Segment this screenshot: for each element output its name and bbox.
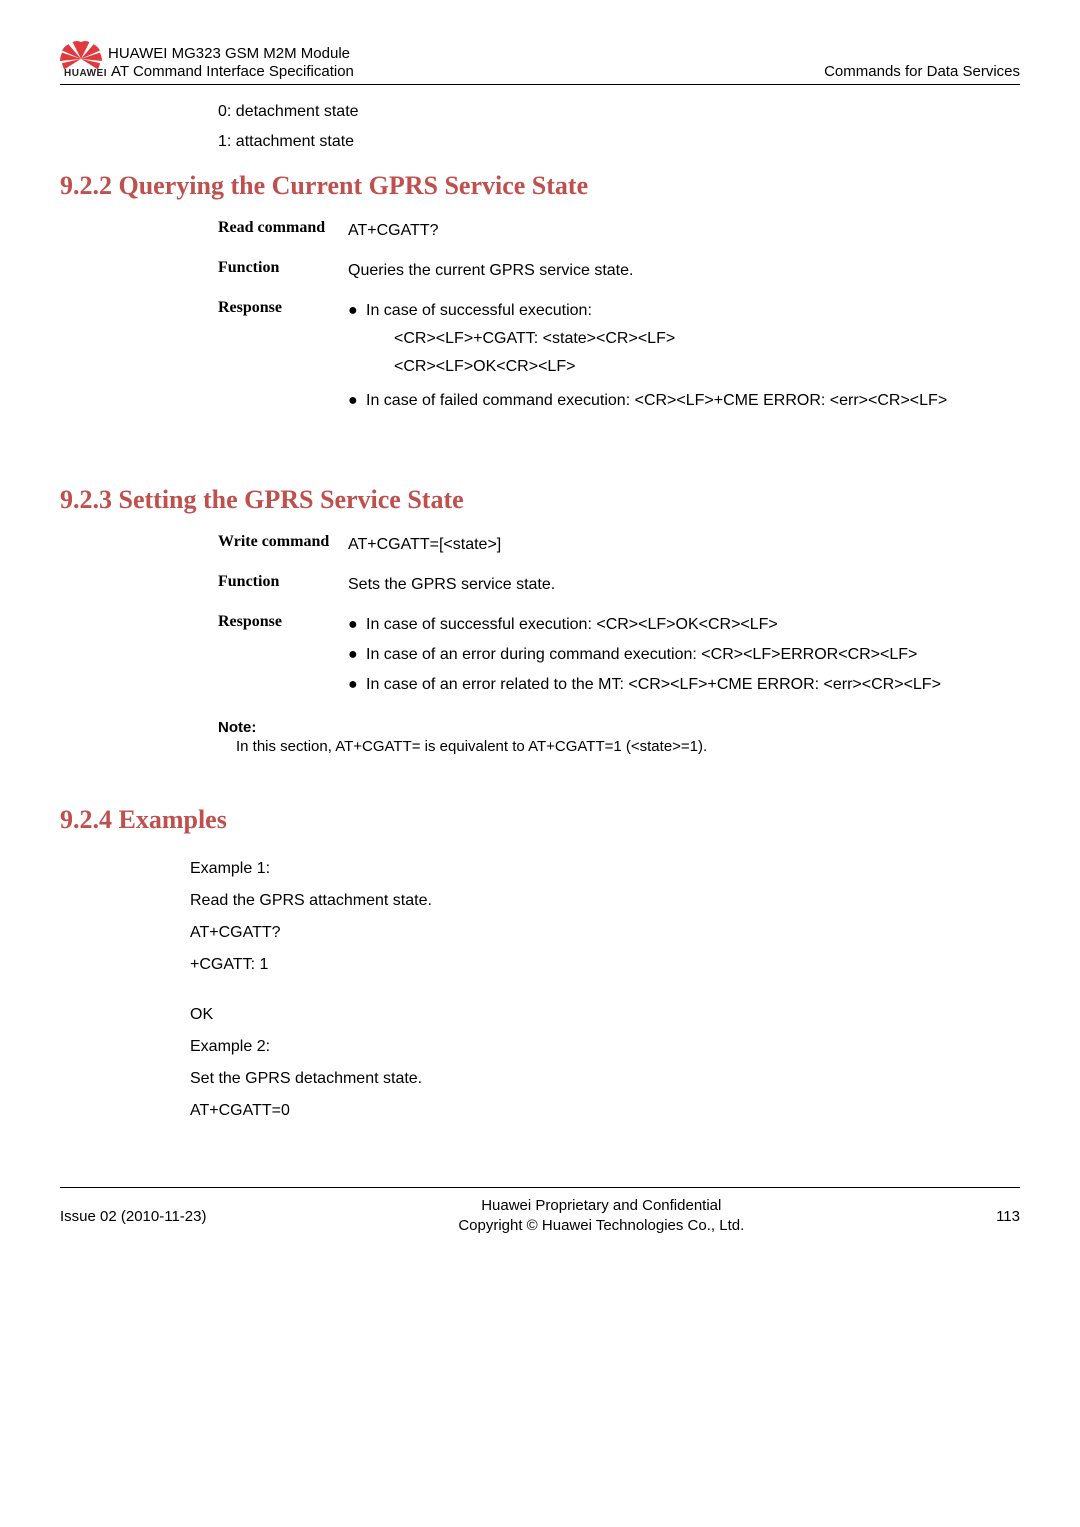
response-bullet-2: ● In case of an error during command exe…: [348, 643, 1020, 667]
section-922-table: Read command AT+CGATT? Function Queries …: [218, 219, 1020, 419]
bullet-icon: ●: [348, 389, 366, 413]
response-b3-text: In case of an error related to the MT: <…: [366, 673, 1020, 697]
response-bullet-2: ● In case of failed command execution: <…: [348, 389, 1020, 413]
bullet-icon: ●: [348, 673, 366, 697]
write-command-value: AT+CGATT=[<state>]: [348, 533, 1020, 557]
example-1-label: Example 1:: [190, 853, 1020, 885]
note-text: In this section, AT+CGATT= is equivalent…: [236, 738, 1020, 755]
example-2-line1: Set the GPRS detachment state.: [190, 1063, 1020, 1095]
page-header: HUAWEI MG323 GSM M2M Module HUAWEI AT Co…: [60, 40, 1020, 85]
section-924-title: 9.2.4 Examples: [60, 805, 1020, 835]
footer-center-line2: Copyright © Huawei Technologies Co., Ltd…: [206, 1216, 996, 1236]
function-value: Sets the GPRS service state.: [348, 573, 1020, 597]
function-label: Function: [218, 259, 348, 277]
huawei-wordmark: HUAWEI: [64, 68, 107, 81]
intro-state-0: 0: detachment state: [218, 103, 1020, 121]
bullet-icon: ●: [348, 299, 366, 383]
section-923-table: Write command AT+CGATT=[<state>] Functio…: [218, 533, 1020, 703]
response-b1-sub1: <CR><LF>+CGATT: <state><CR><LF>: [394, 327, 1020, 351]
read-command-value: AT+CGATT?: [348, 219, 1020, 243]
function-value: Queries the current GPRS service state.: [348, 259, 1020, 283]
example-1-line3: +CGATT: 1: [190, 949, 1020, 981]
example-1-line2: AT+CGATT?: [190, 917, 1020, 949]
footer-page-number: 113: [996, 1208, 1020, 1225]
response-label: Response: [218, 613, 348, 631]
response-bullet-1: ● In case of successful execution: <CR><…: [348, 613, 1020, 637]
example-1-line1: Read the GPRS attachment state.: [190, 885, 1020, 917]
response-b2-text: In case of failed command execution: <CR…: [366, 389, 1020, 413]
example-2-line2: AT+CGATT=0: [190, 1095, 1020, 1127]
bullet-icon: ●: [348, 643, 366, 667]
header-right: Commands for Data Services: [824, 63, 1020, 82]
response-b1-text: In case of successful execution: <CR><LF…: [366, 613, 1020, 637]
intro-state-1: 1: attachment state: [218, 133, 1020, 151]
note-label: Note:: [218, 719, 1020, 736]
section-922-title: 9.2.2 Querying the Current GPRS Service …: [60, 171, 1020, 201]
write-command-label: Write command: [218, 533, 348, 551]
example-2-label: Example 2:: [190, 1031, 1020, 1063]
response-bullet-3: ● In case of an error related to the MT:…: [348, 673, 1020, 697]
examples-block: Example 1: Read the GPRS attachment stat…: [190, 853, 1020, 1127]
note-block: Note: In this section, AT+CGATT= is equi…: [218, 719, 1020, 755]
function-label: Function: [218, 573, 348, 591]
header-line1: HUAWEI MG323 GSM M2M Module: [108, 45, 354, 64]
section-923-title: 9.2.3 Setting the GPRS Service State: [60, 485, 1020, 515]
response-label: Response: [218, 299, 348, 317]
response-b2-text: In case of an error during command execu…: [366, 643, 1020, 667]
example-ok: OK: [190, 999, 1020, 1031]
header-line2: AT Command Interface Specification: [111, 63, 354, 82]
response-b1-text: In case of successful execution:: [366, 299, 1020, 323]
response-b1-sub2: <CR><LF>OK<CR><LF>: [394, 355, 1020, 379]
bullet-icon: ●: [348, 613, 366, 637]
footer-issue: Issue 02 (2010-11-23): [60, 1208, 206, 1225]
response-bullet-1: ● In case of successful execution: <CR><…: [348, 299, 1020, 383]
read-command-label: Read command: [218, 219, 348, 237]
footer-center-line1: Huawei Proprietary and Confidential: [206, 1196, 996, 1216]
page-footer: Issue 02 (2010-11-23) Huawei Proprietary…: [60, 1187, 1020, 1237]
